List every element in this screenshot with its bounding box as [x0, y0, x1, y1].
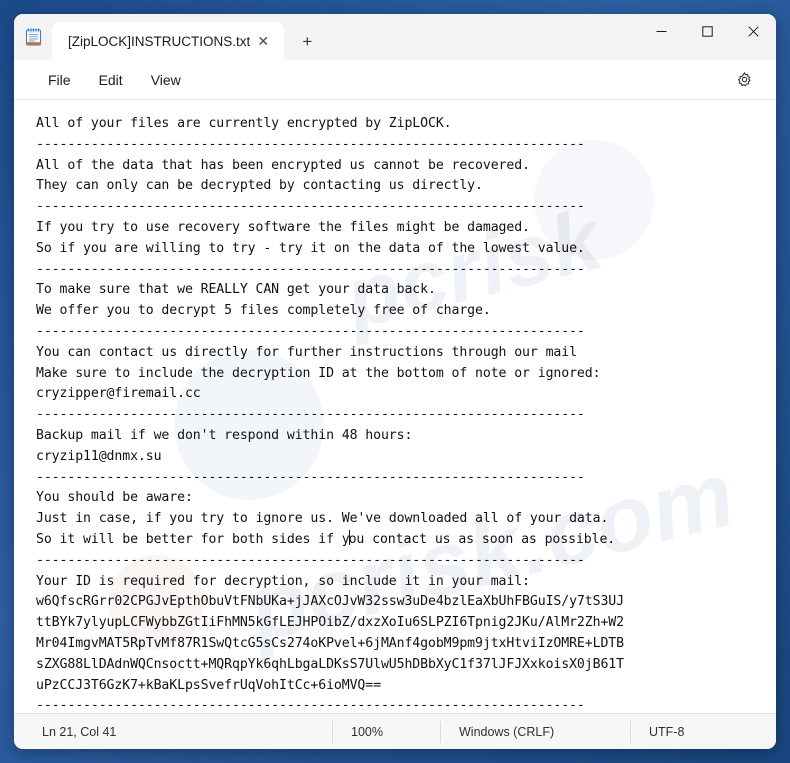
close-window-icon[interactable]: [730, 14, 776, 48]
maximize-icon[interactable]: [684, 14, 730, 48]
title-bar: [ZipLOCK]INSTRUCTIONS.txt ✕ +: [14, 14, 776, 60]
note-line: ----------------------------------------…: [36, 552, 585, 568]
menu-item-file[interactable]: File: [34, 66, 85, 94]
note-line: Your ID is required for decryption, so i…: [36, 573, 530, 589]
cursor-position[interactable]: Ln 21, Col 41: [14, 721, 332, 743]
note-line: To make sure that we REALLY CAN get your…: [36, 282, 436, 298]
new-tab-icon[interactable]: +: [290, 24, 324, 58]
note-line: cryzipper@firemail.cc: [36, 386, 201, 402]
note-line: ----------------------------------------…: [36, 136, 585, 152]
minimize-icon[interactable]: [638, 14, 684, 48]
note-line: ttBYk7ylyupLCFWybbZGtIiFhMN5kGfLEJHPOibZ…: [36, 615, 624, 631]
menu-item-edit[interactable]: Edit: [85, 66, 137, 94]
note-line: You should be aware:: [36, 490, 193, 506]
menu-item-view[interactable]: View: [137, 66, 195, 94]
note-line: So it will be better for both sides if y…: [36, 529, 616, 547]
status-bar: Ln 21, Col 41 100% Windows (CRLF) UTF-8: [14, 713, 776, 749]
note-line: sZXG88LlDAdnWQCnsoctt+MQRqpYk6qhLbgaLDKs…: [36, 656, 624, 672]
note-line: ----------------------------------------…: [36, 698, 585, 713]
note-line: So if you are willing to try - try it on…: [36, 240, 585, 256]
menu-bar: File Edit View: [14, 60, 776, 100]
note-line: Mr04ImgvMAT5RpTvMf87R1SwQtcG5sCs274oKPve…: [36, 635, 624, 651]
tab-instructions[interactable]: [ZipLOCK]INSTRUCTIONS.txt ✕: [52, 22, 285, 60]
note-line: If you try to use recovery software the …: [36, 219, 530, 235]
tab-title: [ZipLOCK]INSTRUCTIONS.txt: [68, 33, 251, 49]
note-line: All of the data that has been encrypted …: [36, 157, 530, 173]
note-line: w6QfscRGrr02CPGJvEpthObuVtFNbUKa+jJAXcOJ…: [36, 594, 624, 610]
line-ending[interactable]: Windows (CRLF): [440, 720, 630, 743]
notepad-icon: [14, 14, 52, 60]
note-line: All of your files are currently encrypte…: [36, 116, 452, 131]
editor-area[interactable]: pcrisk pcrisk.com All of your files are …: [14, 100, 776, 713]
note-line: ----------------------------------------…: [36, 469, 585, 485]
close-tab-icon[interactable]: ✕: [250, 28, 276, 54]
text-caret: [348, 529, 350, 545]
notepad-window: [ZipLOCK]INSTRUCTIONS.txt ✕ + File Edit …: [14, 14, 776, 749]
note-line: Just in case, if you try to ignore us. W…: [36, 511, 609, 527]
zoom-level[interactable]: 100%: [332, 720, 440, 743]
note-line: They can only can be decrypted by contac…: [36, 178, 483, 194]
note-line: You can contact us directly for further …: [36, 344, 577, 360]
note-line: ----------------------------------------…: [36, 407, 585, 423]
note-line: We offer you to decrypt 5 files complete…: [36, 303, 491, 319]
note-text-content[interactable]: All of your files are currently encrypte…: [14, 100, 776, 713]
encoding[interactable]: UTF-8: [630, 720, 702, 743]
note-line: Make sure to include the decryption ID a…: [36, 365, 601, 381]
note-line: cryzip11@dnmx.su: [36, 448, 162, 464]
window-controls: [638, 14, 776, 60]
note-line: uPzCCJ3T6GzK7+kBaKLpsSvefrUqVohItCc+6ioM…: [36, 677, 381, 693]
note-line: ----------------------------------------…: [36, 261, 585, 277]
note-line: ----------------------------------------…: [36, 199, 585, 215]
tab-strip: [ZipLOCK]INSTRUCTIONS.txt ✕ +: [52, 14, 638, 60]
note-line: ----------------------------------------…: [36, 323, 585, 339]
note-line: Backup mail if we don't respond within 4…: [36, 427, 413, 443]
gear-icon[interactable]: [728, 64, 760, 96]
